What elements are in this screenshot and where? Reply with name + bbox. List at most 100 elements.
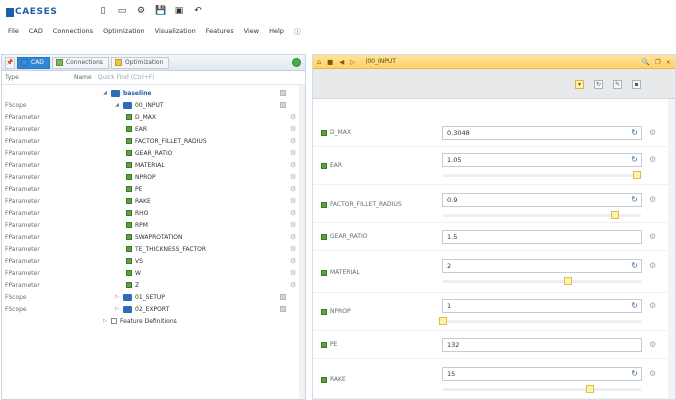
search-icon[interactable]: 🔍 — [642, 58, 650, 66]
parameter-value-input[interactable]: 1 ↻ — [442, 299, 642, 313]
restore-icon[interactable]: ❐ — [655, 58, 661, 66]
close-icon[interactable]: × — [666, 58, 671, 66]
scope-toggle-icon[interactable] — [280, 294, 286, 300]
parameter-value-input[interactable]: 0.3048 ↻ — [442, 126, 642, 140]
parameter-settings-icon[interactable]: ⚙ — [290, 113, 296, 121]
tree-row-parameter[interactable]: FParameter TE_THICKNESS_FACTOR ⚙ — [2, 244, 305, 254]
quick-find-input[interactable]: Quick Find (Ctrl+F) — [98, 74, 155, 81]
expand-icon[interactable]: ▾ — [575, 80, 584, 89]
tree-row-folder[interactable]: ◢ baseline — [2, 88, 305, 98]
refresh-icon[interactable]: ↻ — [594, 80, 603, 89]
back-icon[interactable]: ◀ — [339, 58, 344, 66]
parameter-settings-icon[interactable]: ⚙ — [649, 301, 656, 310]
tree-row-parameter[interactable]: FParameter RPM ⚙ — [2, 220, 305, 230]
parameter-value-input[interactable]: 132 — [442, 338, 642, 352]
home-icon[interactable]: ⌂ — [317, 58, 321, 66]
expand-arrow-icon[interactable]: ▷ — [114, 294, 120, 300]
parameter-settings-icon[interactable]: ⚙ — [649, 232, 656, 241]
parameter-settings-icon[interactable]: ⚙ — [649, 155, 656, 164]
parameter-settings-icon[interactable]: ⚙ — [290, 233, 296, 241]
slider-handle[interactable] — [439, 317, 447, 325]
tree-row-parameter[interactable]: FParameter FACTOR_FILLET_RADIUS ⚙ — [2, 136, 305, 146]
save-as-icon[interactable]: ▣ — [174, 6, 184, 16]
pin-tab-icon[interactable]: 📌 — [5, 56, 15, 69]
tab-cad[interactable]: CAD — [17, 56, 50, 69]
parameter-settings-icon[interactable]: ⚙ — [649, 261, 656, 270]
menu-item-connections[interactable]: Connections — [53, 27, 93, 35]
parameter-settings-icon[interactable]: ⚙ — [290, 185, 296, 193]
tree-row-parameter[interactable]: FParameter W ⚙ — [2, 268, 305, 278]
forward-icon[interactable]: ▷ — [350, 58, 355, 66]
parameter-slider[interactable] — [443, 277, 641, 285]
parameter-settings-icon[interactable]: ⚙ — [290, 281, 296, 289]
tree-row-parameter[interactable]: FParameter VS ⚙ — [2, 256, 305, 266]
undo-icon[interactable]: ↶ — [193, 6, 203, 16]
reset-value-icon[interactable]: ↻ — [631, 194, 638, 206]
parameter-value-input[interactable]: 1.05 ↻ — [442, 153, 642, 167]
scope-toggle-icon[interactable] — [280, 306, 286, 312]
collapse-arrow-icon[interactable]: ◢ — [102, 90, 108, 96]
tree-row-parameter[interactable]: FParameter Z ⚙ — [2, 280, 305, 290]
parameter-settings-icon[interactable]: ⚙ — [649, 128, 656, 137]
slider-handle[interactable] — [585, 385, 594, 393]
menu-item-optimization[interactable]: Optimization — [103, 27, 145, 35]
editor-scrollbar[interactable] — [668, 99, 675, 399]
tree-row-parameter[interactable]: FParameter D_MAX ⚙ — [2, 112, 305, 122]
tree-row-parameter[interactable]: FParameter EAR ⚙ — [2, 124, 305, 134]
tree-row-parameter[interactable]: FParameter RAKE ⚙ — [2, 196, 305, 206]
tree-row-parameter[interactable]: FParameter PE ⚙ — [2, 184, 305, 194]
tree-row-parameter[interactable]: FParameter GEAR_RATIO ⚙ — [2, 148, 305, 158]
parameter-slider[interactable] — [443, 385, 641, 393]
save-floppy-icon[interactable]: ▪ — [632, 80, 641, 89]
tab-connections[interactable]: Connections — [51, 56, 109, 69]
parameter-settings-icon[interactable]: ⚙ — [290, 197, 296, 205]
reset-value-icon[interactable]: ↻ — [631, 260, 638, 272]
slider-handle[interactable] — [563, 277, 572, 285]
layout-icon[interactable]: ▯ — [98, 6, 108, 16]
expand-arrow-icon[interactable]: ▷ — [114, 306, 120, 312]
parameter-settings-icon[interactable]: ⚙ — [290, 161, 296, 169]
parameter-settings-icon[interactable]: ⚙ — [290, 173, 296, 181]
parameter-settings-icon[interactable]: ⚙ — [290, 209, 296, 217]
scope-toggle-icon[interactable] — [280, 102, 286, 108]
parameter-value-input[interactable]: 0.9 ↻ — [442, 193, 642, 207]
parameter-settings-icon[interactable]: ⚙ — [290, 245, 296, 253]
tree-row-folder[interactable]: FScope ▷ 02_EXPORT — [2, 304, 305, 314]
parameter-value-input[interactable]: 2 ↻ — [442, 259, 642, 273]
parameter-settings-icon[interactable]: ⚙ — [290, 221, 296, 229]
parameter-settings-icon[interactable]: ⚙ — [290, 257, 296, 265]
parameter-value-input[interactable]: 15 ↻ — [442, 367, 642, 381]
menu-item-view[interactable]: View — [244, 27, 259, 35]
parameter-slider[interactable] — [443, 171, 642, 179]
save-icon[interactable]: ■ — [327, 58, 333, 66]
tree-row-parameter[interactable]: FParameter SWAPROTATION ⚙ — [2, 232, 305, 242]
collapse-arrow-icon[interactable]: ◢ — [114, 102, 120, 108]
parameter-slider[interactable] — [443, 211, 641, 219]
scope-toggle-icon[interactable] — [280, 90, 286, 96]
edit-icon[interactable]: ✎ — [613, 80, 622, 89]
menu-item-help[interactable]: Help — [269, 27, 284, 35]
parameter-value-input[interactable]: 1.5 — [442, 230, 642, 244]
tree-row-folder[interactable]: FScope ▷ 01_SETUP — [2, 292, 305, 302]
menu-item-features[interactable]: Features — [206, 27, 234, 35]
parameter-settings-icon[interactable]: ⚙ — [649, 340, 656, 349]
menu-item-visualization[interactable]: Visualization — [155, 27, 196, 35]
parameter-settings-icon[interactable]: ⚙ — [290, 137, 296, 145]
tree-row-parameter[interactable]: FParameter RHO ⚙ — [2, 208, 305, 218]
expand-arrow-icon[interactable]: ▷ — [102, 318, 108, 324]
slider-handle[interactable] — [633, 171, 642, 179]
parameter-settings-icon[interactable]: ⚙ — [290, 269, 296, 277]
parameter-settings-icon[interactable]: ⚙ — [649, 369, 656, 378]
reset-value-icon[interactable]: ↻ — [631, 154, 638, 166]
settings-icon[interactable]: ⚙ — [136, 6, 146, 16]
tree-row-folder[interactable]: ▷ Feature Definitions — [2, 316, 305, 326]
parameter-settings-icon[interactable]: ⚙ — [290, 149, 296, 157]
menu-item-[interactable]: ⓘ — [294, 26, 301, 36]
tree-row-folder[interactable]: FScope ◢ 00_INPUT — [2, 100, 305, 110]
tree-scrollbar[interactable] — [299, 85, 305, 399]
slider-handle[interactable] — [611, 211, 620, 219]
parameter-slider[interactable] — [439, 317, 641, 325]
reset-value-icon[interactable]: ↻ — [631, 368, 638, 380]
tab-optimization[interactable]: Optimization — [111, 56, 170, 69]
menu-item-cad[interactable]: CAD — [29, 27, 43, 35]
